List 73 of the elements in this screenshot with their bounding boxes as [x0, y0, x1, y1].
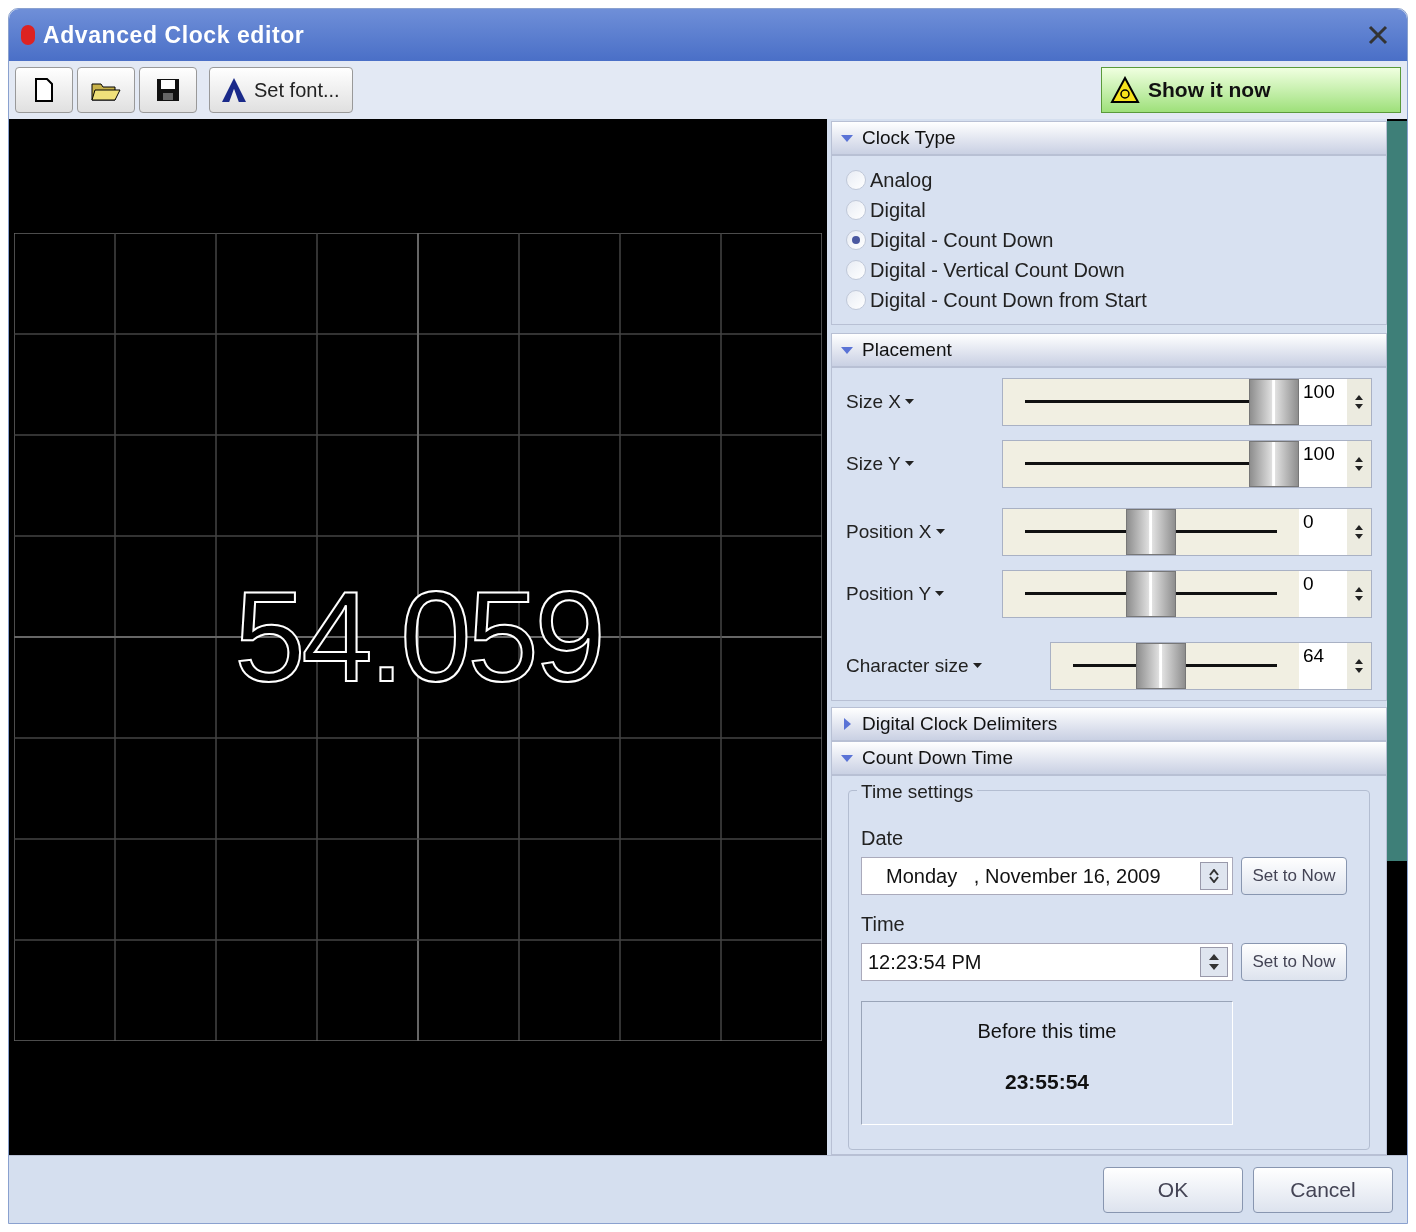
radio-option[interactable]: Digital - Vertical Count Down	[846, 258, 1372, 282]
radio-button[interactable]	[846, 200, 866, 220]
show-it-now-button[interactable]: Show it now	[1101, 67, 1401, 113]
section-header[interactable]: Digital Clock Delimiters	[831, 707, 1387, 741]
section-header[interactable]: Clock Type	[831, 121, 1387, 155]
window-title: Advanced Clock editor	[43, 20, 305, 50]
section-title: Placement	[862, 337, 952, 362]
slider-thumb[interactable]	[1126, 509, 1176, 555]
caret-down-icon	[972, 663, 982, 669]
slider-label[interactable]: Size Y	[846, 449, 914, 479]
warning-icon	[1110, 76, 1140, 104]
scrollbar-thumb[interactable]	[1387, 121, 1407, 861]
radio-label: Digital - Count Down	[870, 228, 1054, 253]
slider-label[interactable]: Position X	[846, 517, 945, 547]
slider-value[interactable]: 64	[1299, 643, 1347, 689]
slider-thumb[interactable]	[1126, 571, 1176, 617]
section-header[interactable]: Count Down Time	[831, 741, 1387, 775]
spin-buttons[interactable]	[1347, 643, 1371, 689]
radio-option[interactable]: Digital - Count Down	[846, 228, 1372, 252]
spin-buttons[interactable]	[1347, 509, 1371, 555]
scrollbar[interactable]	[1387, 119, 1407, 1155]
spin-buttons[interactable]	[1347, 571, 1371, 617]
radio-option[interactable]: Digital - Count Down from Start	[846, 288, 1372, 312]
radio-option[interactable]: Analog	[846, 168, 1372, 192]
slider-label[interactable]: Character size	[846, 651, 982, 681]
slider-label[interactable]: Size X	[846, 387, 914, 417]
clock-display: 54.059	[234, 573, 602, 701]
caret-down-icon	[935, 591, 945, 597]
set-to-now-button[interactable]: Set to Now	[1241, 857, 1347, 895]
radio-option[interactable]: Digital	[846, 198, 1372, 222]
caret-down-icon	[935, 529, 945, 535]
field-label: Time	[861, 912, 906, 937]
slider-value[interactable]: 0	[1299, 571, 1347, 617]
spin-icon[interactable]	[1200, 947, 1228, 977]
spin-buttons[interactable]	[1347, 441, 1371, 487]
slider-label[interactable]: Position Y	[846, 579, 945, 609]
new-file-button[interactable]	[15, 67, 73, 113]
save-button[interactable]	[139, 67, 197, 113]
app-icon	[21, 25, 35, 45]
blank-page-icon	[34, 78, 54, 102]
slider-thumb[interactable]	[1136, 643, 1187, 689]
info-label: Before this time	[977, 1019, 1117, 1044]
field-label: Date	[861, 826, 905, 851]
radio-button[interactable]	[846, 170, 866, 190]
slider-value[interactable]: 100	[1299, 379, 1347, 425]
date-field[interactable]: Monday , November 16, 2009	[861, 857, 1233, 895]
close-icon	[1367, 24, 1389, 46]
radio-label: Analog	[870, 168, 933, 193]
radio-button[interactable]	[846, 230, 866, 250]
section-header[interactable]: Placement	[831, 333, 1387, 367]
caret-down-icon	[904, 461, 914, 467]
radio-button[interactable]	[846, 260, 866, 280]
dialog-button[interactable]: OK	[1103, 1166, 1243, 1213]
time-field[interactable]: 12:23:54 PM	[861, 943, 1233, 981]
set-to-now-button[interactable]: Set to Now	[1241, 943, 1347, 981]
radio-button[interactable]	[846, 290, 866, 310]
dialog-button[interactable]: Cancel	[1253, 1166, 1393, 1213]
caret-down-icon	[904, 399, 914, 405]
set-font-button[interactable]: Set font...	[209, 67, 353, 113]
section-title: Clock Type	[862, 125, 956, 150]
slider-value[interactable]: 100	[1299, 441, 1347, 487]
info-value: 23:55:54	[1004, 1069, 1090, 1095]
open-button[interactable]	[77, 67, 135, 113]
radio-label: Digital - Vertical Count Down	[870, 258, 1125, 283]
radio-label: Digital - Count Down from Start	[870, 288, 1147, 313]
spin-icon[interactable]	[1200, 862, 1228, 890]
slider-thumb[interactable]	[1249, 379, 1299, 425]
section-title: Count Down Time	[862, 745, 1013, 770]
slider-value[interactable]: 0	[1299, 509, 1347, 555]
spin-buttons[interactable]	[1347, 379, 1371, 425]
radio-label: Digital	[870, 198, 926, 223]
section-title: Digital Clock Delimiters	[862, 711, 1058, 736]
slider-thumb[interactable]	[1249, 441, 1299, 487]
